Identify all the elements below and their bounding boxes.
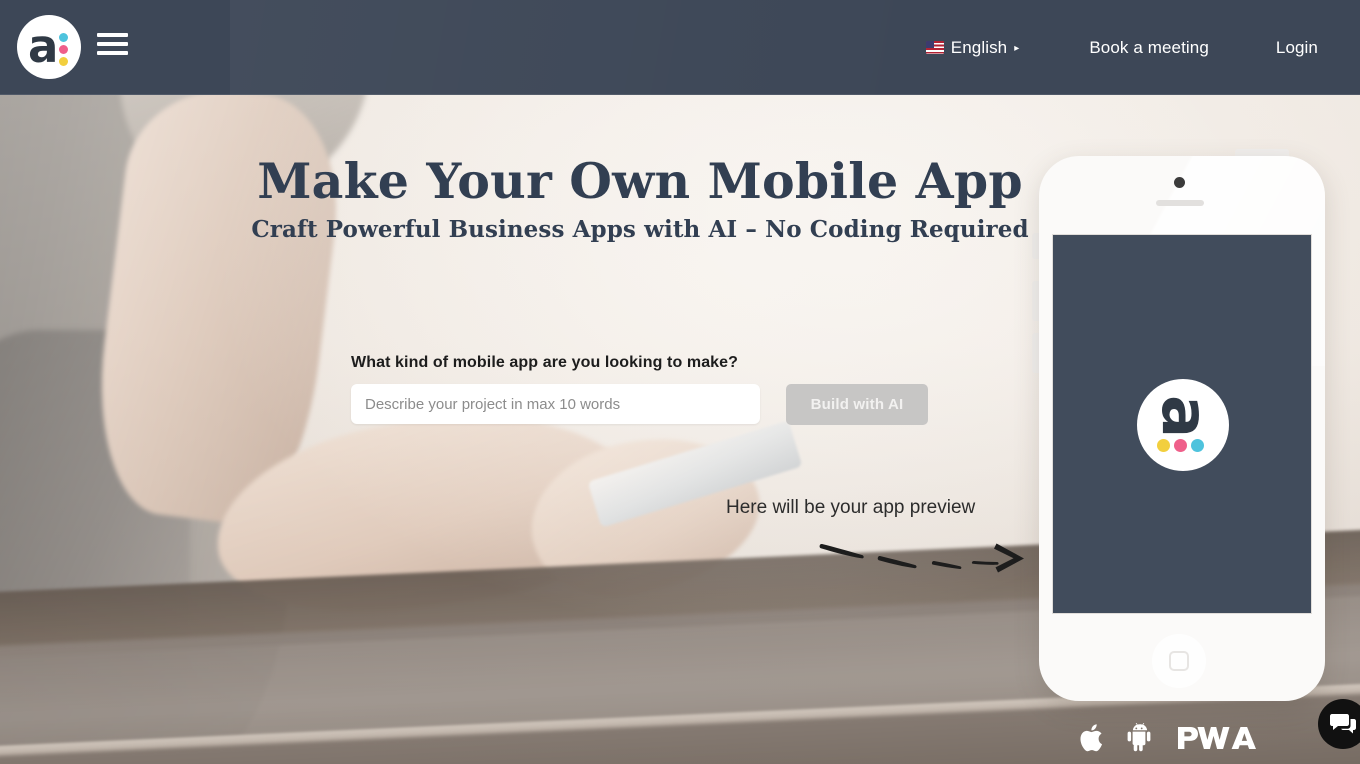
project-description-input[interactable] — [351, 384, 760, 424]
hamburger-menu-icon[interactable] — [97, 33, 128, 59]
language-label: English — [950, 37, 1008, 57]
app-preview-logo: a — [1137, 379, 1229, 471]
hamburger-bar-1 — [97, 33, 128, 37]
android-icon — [1125, 723, 1153, 753]
phone-home-button — [1152, 634, 1206, 688]
build-with-ai-button[interactable]: Build with AI — [786, 384, 928, 425]
chat-widget-button[interactable] — [1318, 699, 1360, 749]
form-row: Build with AI — [351, 384, 931, 425]
apple-icon — [1078, 723, 1103, 753]
app-preview-caption: Here will be your app preview — [726, 497, 976, 518]
phone-home-square — [1169, 651, 1189, 671]
pwa-icon — [1175, 723, 1267, 753]
app-logo-letter-a: a — [1147, 395, 1221, 439]
hamburger-bar-2 — [97, 42, 128, 46]
phone-earpiece-speaker — [1156, 200, 1204, 206]
hamburger-bar-3 — [97, 51, 128, 55]
phone-screen-app-preview: a — [1052, 234, 1312, 614]
header-bottom-rule — [0, 94, 1360, 95]
chat-bubble-icon — [1330, 714, 1356, 734]
brand-logo[interactable]: a — [17, 15, 81, 79]
phone-front-camera — [1174, 177, 1185, 188]
nav-book-a-meeting[interactable]: Book a meeting — [1089, 38, 1209, 58]
form-question-label: What kind of mobile app are you looking … — [351, 354, 739, 371]
supported-platforms — [1078, 723, 1267, 753]
logo-dot-yellow — [59, 57, 68, 66]
us-flag-icon — [925, 41, 944, 54]
logo-letter-a: a — [28, 20, 59, 73]
page-root: a English ▸ Book a meeting Login Make Yo… — [0, 0, 1360, 764]
app-logo-dot-yellow — [1157, 439, 1170, 452]
site-header: a English ▸ Book a meeting Login — [0, 0, 1360, 95]
hand-drawn-arrow-icon — [819, 543, 1024, 573]
app-logo-dot-pink — [1174, 439, 1187, 452]
logo-dot-pink — [59, 45, 68, 54]
app-builder-form: What kind of mobile app are you looking … — [351, 354, 931, 425]
language-selector[interactable]: English ▸ — [925, 37, 1020, 58]
nav-login[interactable]: Login — [1276, 38, 1318, 58]
app-logo-dot-cyan — [1191, 439, 1204, 452]
logo-dot-cyan — [59, 33, 68, 42]
chevron-right-icon: ▸ — [1014, 42, 1020, 54]
header-nav: English ▸ Book a meeting Login — [925, 0, 1360, 95]
header-shade — [230, 0, 930, 95]
